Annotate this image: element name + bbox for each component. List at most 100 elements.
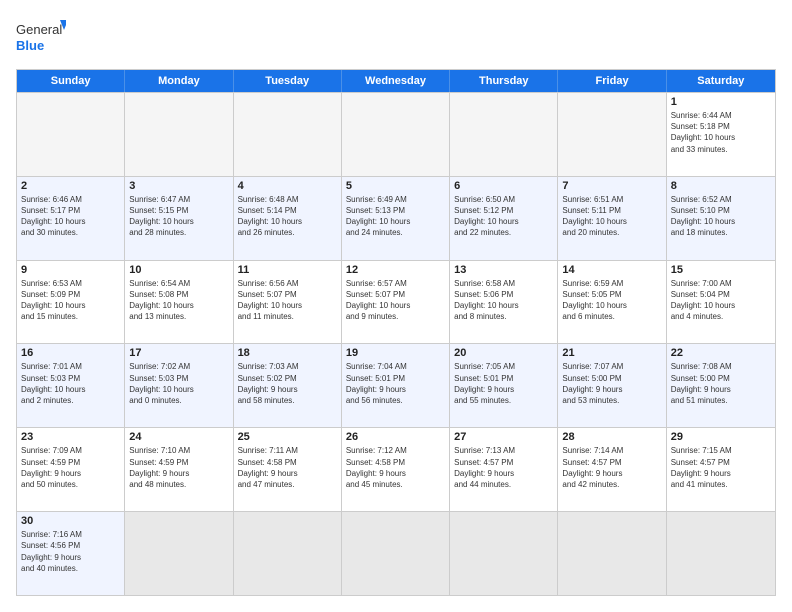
cal-cell-2-5: 14Sunrise: 6:59 AM Sunset: 5:05 PM Dayli…	[558, 261, 666, 344]
day-number: 6	[454, 180, 553, 192]
day-number: 9	[21, 264, 120, 276]
day-number: 28	[562, 431, 661, 443]
cal-cell-2-1: 10Sunrise: 6:54 AM Sunset: 5:08 PM Dayli…	[125, 261, 233, 344]
cal-cell-3-2: 18Sunrise: 7:03 AM Sunset: 5:02 PM Dayli…	[234, 344, 342, 427]
day-number: 1	[671, 96, 771, 108]
cell-info: Sunrise: 6:53 AM Sunset: 5:09 PM Dayligh…	[21, 278, 120, 323]
week-row-1: 2 Sunrise: 6:46 AM Sunset: 5:17 PM Daylig…	[17, 176, 775, 260]
day-number: 12	[346, 264, 445, 276]
cell-info: Sunrise: 7:10 AM Sunset: 4:59 PM Dayligh…	[129, 445, 228, 490]
cell-info: Sunrise: 6:48 AM Sunset: 5:14 PM Dayligh…	[238, 194, 337, 239]
cal-cell-3-4: 20 Sunrise: 7:05 AM Sunset: 5:01 PM Dayli…	[450, 344, 558, 427]
cell-info: Sunrise: 6:51 AM Sunset: 5:11 PM Dayligh…	[562, 194, 661, 239]
cell-info: Sunrise: 7:03 AM Sunset: 5:02 PM Dayligh…	[238, 361, 337, 406]
cal-cell-0-2	[234, 93, 342, 176]
day-number: 29	[671, 431, 771, 443]
cal-cell-0-3	[342, 93, 450, 176]
header: General Blue	[16, 16, 776, 61]
header-monday: Monday	[125, 70, 233, 92]
cell-info: Sunrise: 6:46 AM Sunset: 5:17 PM Dayligh…	[21, 194, 120, 239]
logo: General Blue	[16, 16, 66, 61]
cal-cell-1-4: 6 Sunrise: 6:50 AM Sunset: 5:12 PM Daylig…	[450, 177, 558, 260]
cal-cell-3-1: 17Sunrise: 7:02 AM Sunset: 5:03 PM Dayli…	[125, 344, 233, 427]
day-number: 2	[21, 180, 120, 192]
header-tuesday: Tuesday	[234, 70, 342, 92]
cal-cell-5-1	[125, 512, 233, 595]
cal-cell-0-5	[558, 93, 666, 176]
calendar-body: 1Sunrise: 6:44 AM Sunset: 5:18 PM Daylig…	[17, 92, 775, 595]
day-number: 16	[21, 347, 120, 359]
header-thursday: Thursday	[450, 70, 558, 92]
cell-info: Sunrise: 7:04 AM Sunset: 5:01 PM Dayligh…	[346, 361, 445, 406]
week-row-2: 9 Sunrise: 6:53 AM Sunset: 5:09 PM Daylig…	[17, 260, 775, 344]
cal-cell-5-0: 30Sunrise: 7:16 AM Sunset: 4:56 PM Dayli…	[17, 512, 125, 595]
cal-cell-4-4: 27 Sunrise: 7:13 AM Sunset: 4:57 PM Dayli…	[450, 428, 558, 511]
cal-cell-5-4	[450, 512, 558, 595]
cal-cell-4-5: 28 Sunrise: 7:14 AM Sunset: 4:57 PM Dayli…	[558, 428, 666, 511]
cell-info: Sunrise: 7:00 AM Sunset: 5:04 PM Dayligh…	[671, 278, 771, 323]
cell-info: Sunrise: 7:07 AM Sunset: 5:00 PM Dayligh…	[562, 361, 661, 406]
day-number: 26	[346, 431, 445, 443]
week-row-4: 23Sunrise: 7:09 AM Sunset: 4:59 PM Dayli…	[17, 427, 775, 511]
cal-cell-5-6	[667, 512, 775, 595]
day-number: 24	[129, 431, 228, 443]
cal-cell-4-3: 26 Sunrise: 7:12 AM Sunset: 4:58 PM Dayli…	[342, 428, 450, 511]
cal-cell-0-1	[125, 93, 233, 176]
cell-info: Sunrise: 7:14 AM Sunset: 4:57 PM Dayligh…	[562, 445, 661, 490]
cal-cell-1-3: 5Sunrise: 6:49 AM Sunset: 5:13 PM Daylig…	[342, 177, 450, 260]
cell-info: Sunrise: 6:54 AM Sunset: 5:08 PM Dayligh…	[129, 278, 228, 323]
cal-cell-3-5: 21 Sunrise: 7:07 AM Sunset: 5:00 PM Dayli…	[558, 344, 666, 427]
cal-cell-5-5	[558, 512, 666, 595]
cell-info: Sunrise: 7:01 AM Sunset: 5:03 PM Dayligh…	[21, 361, 120, 406]
header-friday: Friday	[558, 70, 666, 92]
cal-cell-1-0: 2 Sunrise: 6:46 AM Sunset: 5:17 PM Daylig…	[17, 177, 125, 260]
header-wednesday: Wednesday	[342, 70, 450, 92]
calendar: SundayMondayTuesdayWednesdayThursdayFrid…	[16, 69, 776, 596]
day-number: 21	[562, 347, 661, 359]
cal-cell-0-4	[450, 93, 558, 176]
cal-cell-5-2	[234, 512, 342, 595]
day-number: 23	[21, 431, 120, 443]
day-number: 8	[671, 180, 771, 192]
cal-cell-1-6: 8 Sunrise: 6:52 AM Sunset: 5:10 PM Daylig…	[667, 177, 775, 260]
cal-cell-4-6: 29Sunrise: 7:15 AM Sunset: 4:57 PM Dayli…	[667, 428, 775, 511]
cell-info: Sunrise: 7:16 AM Sunset: 4:56 PM Dayligh…	[21, 529, 120, 574]
svg-text:Blue: Blue	[16, 38, 44, 53]
cal-cell-0-0	[17, 93, 125, 176]
cell-info: Sunrise: 6:47 AM Sunset: 5:15 PM Dayligh…	[129, 194, 228, 239]
cal-cell-4-1: 24 Sunrise: 7:10 AM Sunset: 4:59 PM Dayli…	[125, 428, 233, 511]
header-saturday: Saturday	[667, 70, 775, 92]
logo-svg: General Blue	[16, 16, 66, 61]
day-number: 20	[454, 347, 553, 359]
cal-cell-0-6: 1Sunrise: 6:44 AM Sunset: 5:18 PM Daylig…	[667, 93, 775, 176]
cell-info: Sunrise: 6:57 AM Sunset: 5:07 PM Dayligh…	[346, 278, 445, 323]
day-number: 27	[454, 431, 553, 443]
cell-info: Sunrise: 7:13 AM Sunset: 4:57 PM Dayligh…	[454, 445, 553, 490]
cal-cell-4-2: 25 Sunrise: 7:11 AM Sunset: 4:58 PM Dayli…	[234, 428, 342, 511]
week-row-5: 30Sunrise: 7:16 AM Sunset: 4:56 PM Dayli…	[17, 511, 775, 595]
day-number: 4	[238, 180, 337, 192]
cal-cell-4-0: 23Sunrise: 7:09 AM Sunset: 4:59 PM Dayli…	[17, 428, 125, 511]
cell-info: Sunrise: 6:56 AM Sunset: 5:07 PM Dayligh…	[238, 278, 337, 323]
cal-cell-2-3: 12 Sunrise: 6:57 AM Sunset: 5:07 PM Dayli…	[342, 261, 450, 344]
cal-cell-3-3: 19Sunrise: 7:04 AM Sunset: 5:01 PM Dayli…	[342, 344, 450, 427]
day-number: 22	[671, 347, 771, 359]
header-sunday: Sunday	[17, 70, 125, 92]
svg-text:General: General	[16, 22, 62, 37]
day-number: 25	[238, 431, 337, 443]
cell-info: Sunrise: 7:12 AM Sunset: 4:58 PM Dayligh…	[346, 445, 445, 490]
day-number: 7	[562, 180, 661, 192]
cal-cell-2-6: 15Sunrise: 7:00 AM Sunset: 5:04 PM Dayli…	[667, 261, 775, 344]
cal-cell-1-2: 4 Sunrise: 6:48 AM Sunset: 5:14 PM Daylig…	[234, 177, 342, 260]
week-row-0: 1Sunrise: 6:44 AM Sunset: 5:18 PM Daylig…	[17, 92, 775, 176]
cell-info: Sunrise: 6:58 AM Sunset: 5:06 PM Dayligh…	[454, 278, 553, 323]
cell-info: Sunrise: 6:52 AM Sunset: 5:10 PM Dayligh…	[671, 194, 771, 239]
day-number: 5	[346, 180, 445, 192]
cell-info: Sunrise: 6:50 AM Sunset: 5:12 PM Dayligh…	[454, 194, 553, 239]
cal-cell-3-6: 22Sunrise: 7:08 AM Sunset: 5:00 PM Dayli…	[667, 344, 775, 427]
cell-info: Sunrise: 7:05 AM Sunset: 5:01 PM Dayligh…	[454, 361, 553, 406]
cell-info: Sunrise: 7:11 AM Sunset: 4:58 PM Dayligh…	[238, 445, 337, 490]
cell-info: Sunrise: 7:02 AM Sunset: 5:03 PM Dayligh…	[129, 361, 228, 406]
week-row-3: 16 Sunrise: 7:01 AM Sunset: 5:03 PM Dayli…	[17, 343, 775, 427]
cal-cell-1-1: 3Sunrise: 6:47 AM Sunset: 5:15 PM Daylig…	[125, 177, 233, 260]
